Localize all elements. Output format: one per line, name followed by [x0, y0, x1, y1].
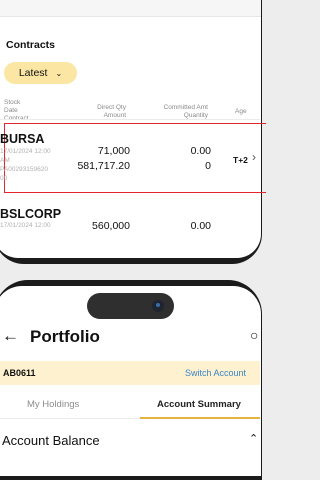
- switch-account-link[interactable]: Switch Account: [185, 368, 246, 378]
- filter-label: Latest: [18, 67, 48, 79]
- top-bar: [0, 0, 261, 17]
- row1-contract: PA00293159620: [0, 166, 48, 173]
- back-arrow-icon[interactable]: ←: [2, 326, 19, 346]
- row2-direct-qty: 560,000: [92, 220, 130, 232]
- tab-account-summary[interactable]: Account Summary: [157, 399, 241, 410]
- page-title: Portfolio: [30, 327, 100, 346]
- row1-committed-amt: 0.00: [190, 145, 211, 157]
- search-icon[interactable]: ○: [250, 327, 258, 343]
- divider: [0, 119, 260, 120]
- row1-ticker: BURSA: [0, 132, 45, 146]
- latest-filter-dropdown[interactable]: Latest ⌄: [4, 62, 77, 84]
- camera-icon: [152, 300, 164, 312]
- account-id: AB0611: [3, 368, 36, 378]
- chevron-down-icon: ⌄: [55, 68, 63, 78]
- chevron-right-icon[interactable]: ›: [252, 150, 256, 164]
- row1-meta: 17/01/2024 12:00 AM PA00293159620 00: [0, 147, 51, 183]
- header-qty: Direct Qty Amount: [97, 104, 126, 120]
- header-age: Age: [235, 108, 247, 115]
- header-stock-line1: Stock: [4, 99, 21, 106]
- row1-direct-qty: 71,000: [97, 145, 130, 157]
- chevron-up-icon[interactable]: ⌃: [249, 432, 258, 445]
- header-qty-line1: Direct Qty: [97, 104, 126, 111]
- row1-quantity: 0: [205, 160, 211, 172]
- section-title-account-balance: Account Balance: [2, 433, 100, 448]
- row1-contract-cont: 00: [0, 175, 8, 182]
- header-committed: Committed Amt Quantity: [164, 104, 208, 120]
- row1-ampm: AM: [0, 157, 10, 164]
- contracts-title: Contracts: [6, 39, 56, 51]
- tab-my-holdings[interactable]: My Holdings: [27, 399, 79, 410]
- row1-date: 17/01/2024 12:00: [0, 148, 51, 155]
- header-committed-line1: Committed Amt: [163, 104, 208, 111]
- active-tab-indicator: [140, 417, 260, 419]
- row1-amount: 581,717.20: [77, 160, 130, 172]
- row2-ticker: BSLCORP: [0, 207, 62, 221]
- header-stock-line2: Date: [4, 107, 18, 114]
- row2-committed-amt: 0.00: [190, 220, 211, 232]
- row2-date: 17/01/2024 12:00: [0, 222, 51, 229]
- row1-age: T+2: [233, 155, 248, 165]
